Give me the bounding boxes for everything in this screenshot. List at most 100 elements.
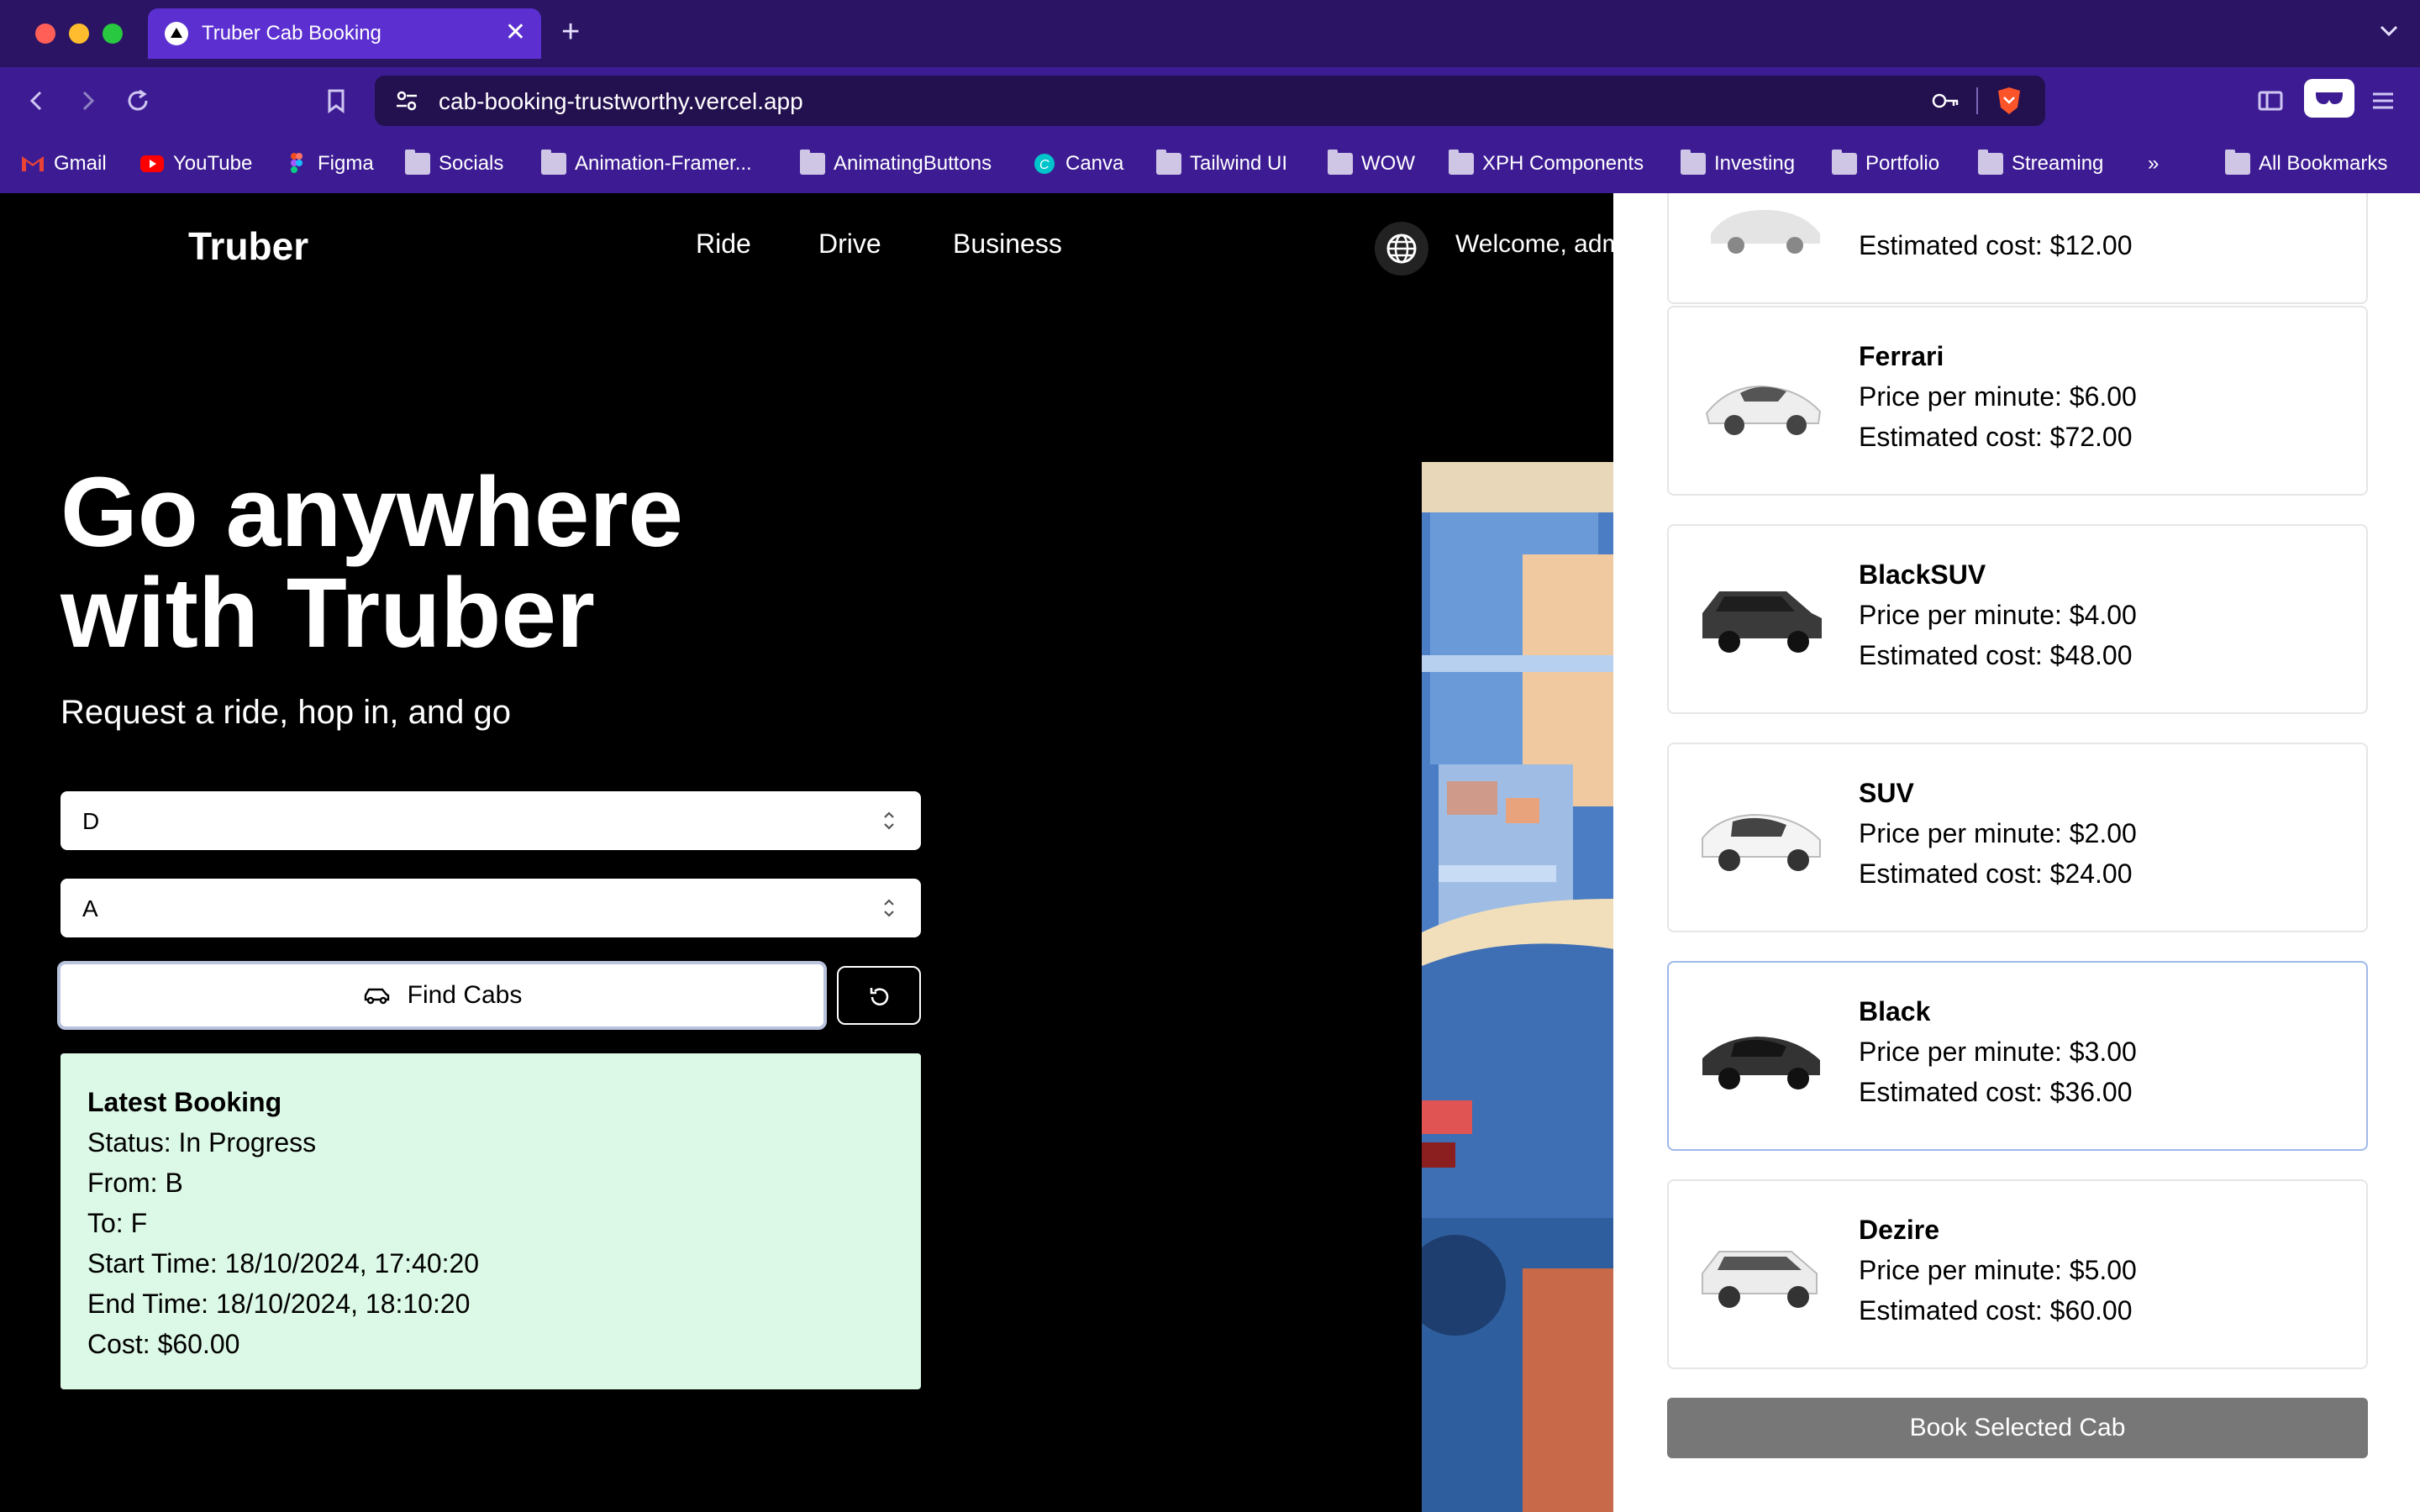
- address-bar[interactable]: cab-booking-trustworthy.vercel.app: [375, 76, 2045, 126]
- all-bookmarks-folder[interactable]: All Bookmarks: [2225, 149, 2387, 179]
- car-image: [1702, 1251, 1818, 1308]
- reset-button[interactable]: [837, 966, 921, 1025]
- pickup-select[interactable]: D: [60, 791, 921, 850]
- bookmark-folder-animation-framer[interactable]: Animation-Framer...: [541, 149, 752, 179]
- cab-price: Price per minute: $2.00: [1859, 818, 2137, 848]
- glasses-icon: [2316, 92, 2343, 105]
- car-image: [1705, 385, 1822, 435]
- cab-card-black[interactable]: Black Price per minute: $3.00 Estimated …: [1667, 961, 2368, 1151]
- folder-icon: [1978, 150, 2003, 175]
- youtube-icon: [140, 155, 164, 172]
- maximize-window-button[interactable]: [103, 24, 123, 44]
- cab-selection-drawer: Estimated cost: $12.00 Ferrari Price per…: [1613, 193, 2420, 1512]
- nav-link-drive[interactable]: Drive: [818, 228, 881, 260]
- menu-icon[interactable]: [2368, 86, 2398, 116]
- bookmark-folder-streaming[interactable]: Streaming: [1978, 149, 2103, 179]
- car-image: [1702, 813, 1821, 871]
- cab-price: Price per minute: $5.00: [1859, 1255, 2137, 1285]
- cab-card-blacksuv[interactable]: BlackSUV Price per minute: $4.00 Estimat…: [1667, 524, 2368, 714]
- minimize-window-button[interactable]: [69, 24, 89, 44]
- select-arrows-icon: [884, 811, 894, 830]
- hero-title: Go anywhere with Truber: [60, 457, 684, 669]
- car-image: [1702, 591, 1822, 653]
- bookmark-figma[interactable]: Figma: [284, 149, 374, 179]
- vercel-favicon-icon: [165, 22, 188, 45]
- forward-icon[interactable]: [72, 86, 103, 116]
- folder-icon: [1328, 150, 1353, 175]
- folder-icon: [1449, 150, 1474, 175]
- cab-name: BlackSUV: [1859, 559, 1986, 590]
- site-logo[interactable]: Truber: [188, 223, 308, 269]
- back-icon[interactable]: [22, 86, 52, 116]
- close-window-button[interactable]: [35, 24, 55, 44]
- cab-estimated-cost: Estimated cost: $24.00: [1859, 858, 2133, 889]
- bookmark-canva[interactable]: C Canva: [1032, 149, 1123, 179]
- cab-name: SUV: [1859, 778, 1914, 808]
- cab-estimated-cost: Estimated cost: $36.00: [1859, 1077, 2133, 1107]
- booking-start-time: Start Time: 18/10/2024, 17:40:20: [87, 1248, 480, 1278]
- car-image: [1702, 1037, 1820, 1089]
- cab-card-ferrari[interactable]: Ferrari Price per minute: $6.00 Estimate…: [1667, 306, 2368, 496]
- cab-card-suv[interactable]: SUV Price per minute: $2.00 Estimated co…: [1667, 743, 2368, 932]
- url-divider: [1976, 87, 1978, 114]
- sidebar-toggle-icon[interactable]: [2255, 86, 2286, 116]
- nav-link-business[interactable]: Business: [953, 228, 1062, 260]
- browser-toolbar: cab-booking-trustworthy.vercel.app: [0, 67, 2420, 134]
- dropoff-select[interactable]: A: [60, 879, 921, 937]
- folder-icon: [800, 150, 825, 175]
- find-cabs-button[interactable]: Find Cabs: [57, 961, 827, 1030]
- brave-shield-icon[interactable]: [1995, 86, 2023, 116]
- cab-price: Price per minute: $3.00: [1859, 1037, 2137, 1067]
- bookmark-folder-tailwind-ui[interactable]: Tailwind UI: [1156, 149, 1287, 179]
- close-tab-icon[interactable]: ✕: [505, 18, 526, 47]
- site-settings-icon[interactable]: [393, 87, 420, 114]
- bookmark-folder-xph-components[interactable]: XPH Components: [1449, 149, 1644, 179]
- globe-icon: [1386, 234, 1417, 264]
- folder-icon: [2225, 150, 2250, 175]
- cab-estimated-cost: Estimated cost: $12.00: [1859, 230, 2133, 260]
- welcome-text: Welcome, adm: [1455, 230, 1623, 258]
- pickup-value: D: [82, 808, 100, 834]
- bookmark-youtube[interactable]: YouTube: [139, 149, 252, 179]
- latest-booking-card: Latest Booking Status: In Progress From:…: [60, 1053, 921, 1389]
- booking-from: From: B: [87, 1168, 183, 1198]
- tab-title: Truber Cab Booking: [202, 22, 381, 45]
- figma-icon: [291, 153, 302, 173]
- bookmark-folder-portfolio[interactable]: Portfolio: [1832, 149, 1939, 179]
- car-icon: [364, 988, 389, 1005]
- cab-card-partial[interactable]: Estimated cost: $12.00: [1667, 193, 2368, 304]
- bookmark-folder-wow[interactable]: WOW: [1328, 149, 1415, 179]
- key-icon[interactable]: [1931, 87, 1961, 114]
- nav-link-ride[interactable]: Ride: [696, 228, 751, 260]
- folder-icon: [1156, 150, 1181, 175]
- folder-icon: [1832, 150, 1857, 175]
- cab-estimated-cost: Estimated cost: $72.00: [1859, 422, 2133, 452]
- booking-cost: Cost: $60.00: [87, 1329, 240, 1359]
- bookmark-folder-socials[interactable]: Socials: [405, 149, 503, 179]
- profile-button[interactable]: [2304, 79, 2354, 118]
- select-arrows-icon: [884, 899, 894, 917]
- cab-card-dezire[interactable]: Dezire Price per minute: $5.00 Estimated…: [1667, 1179, 2368, 1369]
- booking-end-time: End Time: 18/10/2024, 18:10:20: [87, 1289, 471, 1319]
- url-text: cab-booking-trustworthy.vercel.app: [439, 88, 803, 114]
- cab-price: Price per minute: $4.00: [1859, 600, 2137, 630]
- book-selected-cab-button[interactable]: Book Selected Cab: [1667, 1398, 2368, 1458]
- browser-tab[interactable]: Truber Cab Booking ✕: [148, 8, 541, 59]
- language-button[interactable]: [1375, 222, 1428, 276]
- bookmark-folder-investing[interactable]: Investing: [1681, 149, 1795, 179]
- new-tab-icon[interactable]: +: [561, 13, 580, 50]
- dropoff-value: A: [82, 895, 98, 921]
- hero-illustration: [1422, 462, 1615, 1512]
- reload-icon[interactable]: [123, 86, 153, 116]
- bookmark-gmail[interactable]: Gmail: [20, 149, 107, 179]
- car-image: [1711, 209, 1820, 254]
- more-bookmarks-icon[interactable]: »: [2148, 149, 2159, 179]
- chevron-down-icon[interactable]: [2376, 18, 2402, 44]
- bookmark-icon[interactable]: [321, 86, 351, 116]
- svg-text:C: C: [1039, 158, 1050, 172]
- cab-name: Black: [1859, 996, 1931, 1026]
- cab-estimated-cost: Estimated cost: $60.00: [1859, 1295, 2133, 1326]
- bookmark-folder-animatingbuttons[interactable]: AnimatingButtons: [800, 149, 992, 179]
- folder-icon: [541, 150, 566, 175]
- canva-icon: C: [1034, 154, 1055, 174]
